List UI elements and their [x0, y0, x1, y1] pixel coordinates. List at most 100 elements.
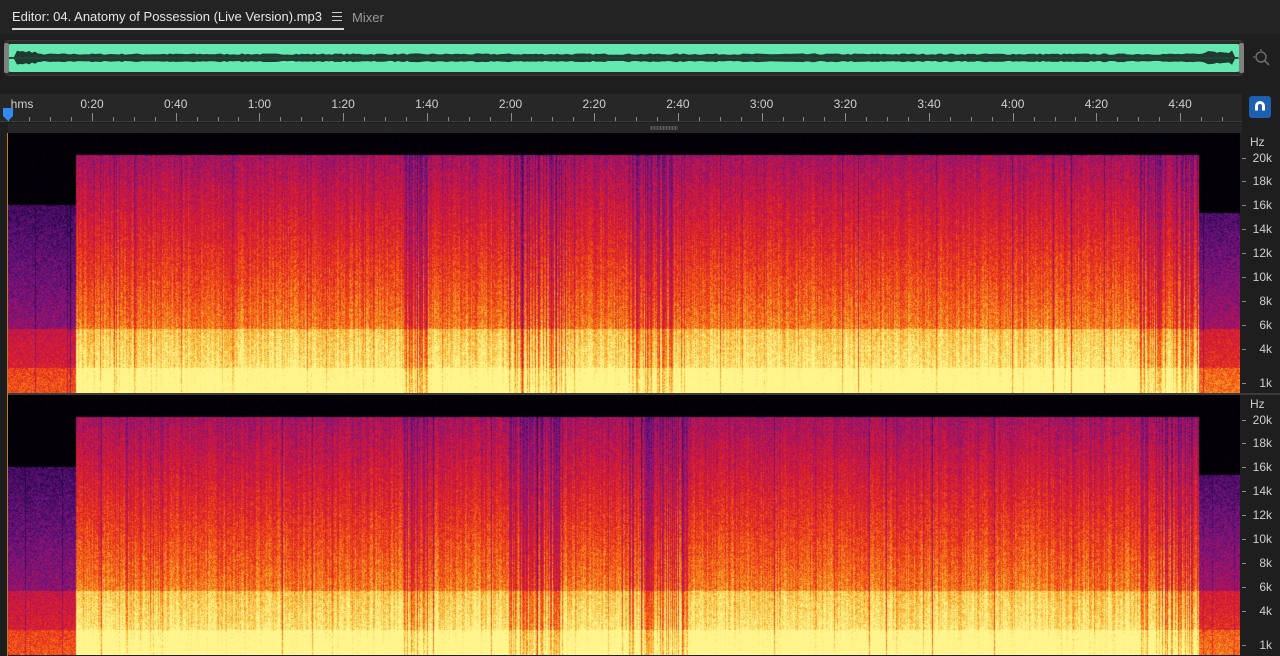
playhead-marker-icon[interactable]	[2, 108, 14, 122]
ruler-major-tick	[176, 113, 177, 121]
ruler-time-label: 0:20	[80, 97, 104, 111]
frequency-tick	[1242, 539, 1246, 540]
tab-mixer[interactable]: Mixer	[352, 10, 384, 25]
ruler-minor-tick	[615, 117, 616, 121]
overview-waveform-graphic	[8, 50, 1240, 65]
tab-editor[interactable]: Editor: 04. Anatomy of Possession (Live …	[12, 4, 344, 30]
frequency-unit-label: Hz	[1250, 135, 1265, 149]
frequency-label: 10k	[1252, 270, 1272, 284]
ruler-time-label: 1:40	[415, 97, 439, 111]
spectrogram-left-canvas	[8, 133, 1240, 393]
ruler-time-label: 4:00	[1001, 97, 1025, 111]
frequency-tick	[1242, 515, 1246, 516]
ruler-minor-tick	[636, 117, 637, 121]
ruler-time-label: 3:40	[917, 97, 941, 111]
selection-start-edge	[7, 133, 8, 656]
magnet-icon	[1255, 101, 1265, 113]
frequency-label: 16k	[1252, 198, 1272, 212]
ruler-time-label: 0:40	[164, 97, 188, 111]
ruler-minor-tick	[1034, 117, 1035, 121]
ruler-minor-tick	[1055, 117, 1056, 121]
ruler-time-label: 4:40	[1168, 97, 1192, 111]
frequency-label: 1k	[1259, 638, 1272, 652]
ruler-minor-tick	[280, 117, 281, 121]
tab-editor-label: Editor: 04. Anatomy of Possession (Live …	[12, 8, 322, 24]
frequency-tick	[1242, 181, 1246, 182]
ruler-minor-tick	[783, 117, 784, 121]
ruler-minor-tick	[29, 117, 30, 121]
ruler-major-tick	[92, 113, 93, 121]
frequency-tick	[1242, 158, 1246, 159]
ruler-minor-tick	[552, 117, 553, 121]
frequency-label: 20k	[1252, 151, 1272, 165]
frequency-tick	[1242, 491, 1246, 492]
ruler-minor-tick	[155, 117, 156, 121]
overview-navigator	[4, 40, 1244, 76]
ruler-time-label: 1:00	[247, 97, 272, 111]
ruler-minor-tick	[301, 117, 302, 121]
ruler-time-label: 4:20	[1084, 97, 1109, 111]
ruler-minor-tick	[824, 117, 825, 121]
frequency-unit-label: Hz	[1250, 397, 1265, 411]
frequency-tick	[1242, 383, 1246, 384]
ruler-minor-tick	[741, 117, 742, 121]
frequency-tick	[1242, 467, 1246, 468]
frequency-label: 12k	[1252, 508, 1272, 522]
overview-right-handle[interactable]	[1239, 43, 1244, 73]
frequency-label: 8k	[1259, 556, 1272, 570]
ruler-minor-tick	[50, 117, 51, 121]
spectrogram-channel-right[interactable]	[8, 395, 1240, 655]
ruler-major-tick	[259, 113, 260, 121]
ruler-minor-tick	[720, 117, 721, 121]
frequency-scale-right[interactable]: Hz 20k 18k 16k 14k 12k 10k 8k 6k 4k 1k	[1242, 395, 1280, 656]
frequency-scale-left[interactable]: Hz 20k 18k 16k 14k 12k 10k 8k 6k 4k 1k	[1242, 133, 1280, 393]
ruler-minor-tick	[1201, 117, 1202, 121]
ruler-major-tick	[511, 113, 512, 121]
ruler-minor-tick	[364, 117, 365, 121]
frequency-tick	[1242, 301, 1246, 302]
ruler-major-tick	[1180, 113, 1181, 121]
overview-left-handle[interactable]	[4, 43, 9, 73]
panel-tab-bar: Editor: 04. Anatomy of Possession (Live …	[0, 0, 1280, 34]
ruler-minor-tick	[1222, 117, 1223, 121]
ruler-unit-label: hms	[10, 97, 34, 111]
frequency-label: 10k	[1252, 532, 1272, 546]
frequency-tick	[1242, 229, 1246, 230]
ruler-minor-tick	[866, 117, 867, 121]
hamburger-menu-icon[interactable]	[332, 11, 342, 21]
frequency-label: 18k	[1252, 436, 1272, 450]
ruler-minor-tick	[531, 117, 532, 121]
frequency-tick	[1242, 443, 1246, 444]
resize-grip-icon[interactable]	[650, 126, 678, 130]
ruler-minor-tick	[950, 117, 951, 121]
ruler-minor-tick	[908, 117, 909, 121]
ruler-minor-tick	[1159, 117, 1160, 121]
ruler-major-tick	[929, 113, 930, 121]
frequency-tick	[1242, 645, 1246, 646]
frequency-tick	[1242, 563, 1246, 564]
ruler-major-tick	[845, 113, 846, 121]
snap-toggle-button[interactable]	[1249, 96, 1271, 118]
time-ruler[interactable]: hms 0:20 0:40 1:00 1:20 1:40 2:00 2:20 2:40 3:00…	[0, 94, 1242, 122]
frequency-label: 14k	[1252, 484, 1272, 498]
frequency-label: 18k	[1252, 174, 1272, 188]
ruler-time-label: 2:40	[666, 97, 690, 111]
ruler-minor-tick	[971, 117, 972, 121]
ruler-minor-tick	[992, 117, 993, 121]
zoom-magnifier-icon[interactable]	[1252, 48, 1272, 68]
ruler-major-tick	[762, 113, 763, 121]
frequency-tick	[1242, 253, 1246, 254]
ruler-major-tick	[343, 113, 344, 121]
spectrogram-right-canvas	[8, 395, 1240, 655]
ruler-time-label: 3:20	[833, 97, 857, 111]
frequency-tick	[1242, 277, 1246, 278]
frequency-label: 16k	[1252, 460, 1272, 474]
ruler-minor-tick	[1075, 117, 1076, 121]
ruler-minor-tick	[238, 117, 239, 121]
ruler-minor-tick	[448, 117, 449, 121]
frequency-label: 1k	[1259, 376, 1272, 390]
ruler-major-tick	[594, 113, 595, 121]
spectrogram-channel-left[interactable]	[8, 133, 1240, 393]
ruler-minor-tick	[322, 117, 323, 121]
overview-waveform[interactable]	[8, 44, 1240, 72]
